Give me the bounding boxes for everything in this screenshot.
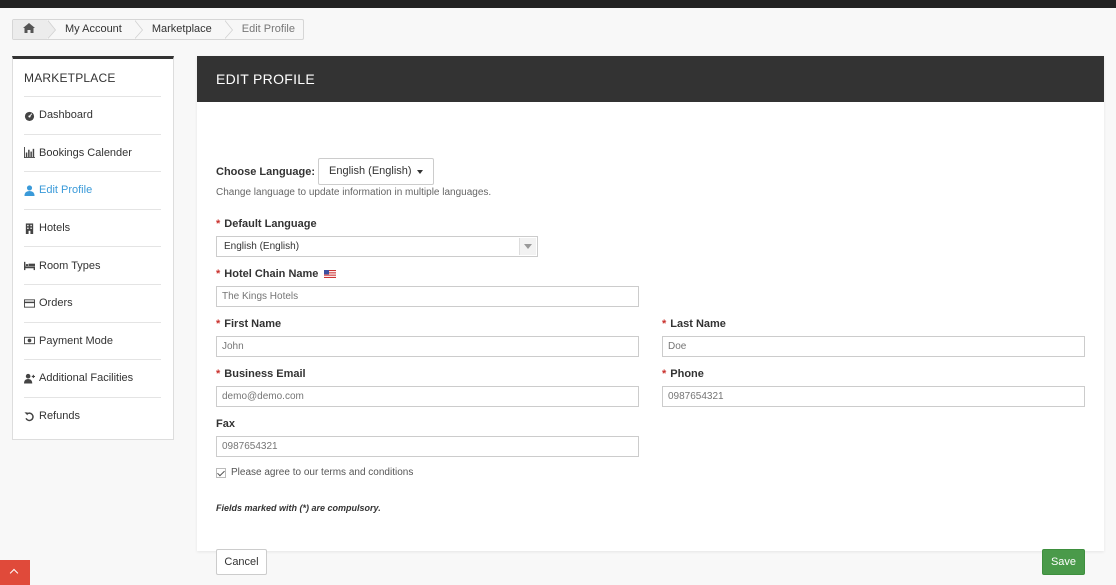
- breadcrumb-home[interactable]: [13, 20, 56, 39]
- hotel-chain-name-input[interactable]: [216, 286, 639, 307]
- required-marker: *: [662, 318, 667, 330]
- default-language-label: * Default Language: [216, 218, 317, 230]
- last-name-input[interactable]: [662, 336, 1085, 357]
- scroll-to-top-button[interactable]: [0, 560, 30, 585]
- last-name-label-text: Last Name: [670, 318, 726, 330]
- first-name-label: * First Name: [216, 318, 281, 330]
- sidebar-item-edit-profile[interactable]: Edit Profile: [24, 171, 161, 209]
- choose-language-label: Choose Language:: [216, 165, 316, 178]
- breadcrumb-marketplace[interactable]: Marketplace: [134, 20, 233, 39]
- business-email-input[interactable]: [216, 386, 639, 407]
- money-icon: [24, 337, 35, 345]
- sidebar-item-label: Refunds: [39, 410, 80, 423]
- sidebar-item-additional-facilities[interactable]: Additional Facilities: [24, 359, 161, 397]
- business-email-label-text: Business Email: [224, 368, 306, 380]
- top-bar: [0, 0, 1116, 8]
- phone-input[interactable]: [662, 386, 1085, 407]
- sidebar-item-refunds[interactable]: Refunds: [24, 396, 161, 435]
- building-icon: [25, 223, 34, 234]
- language-help-text: Change language to update information in…: [216, 187, 492, 198]
- fax-label: Fax: [216, 418, 235, 430]
- panel-title: EDIT PROFILE: [197, 56, 1104, 102]
- required-marker: *: [216, 318, 221, 330]
- choose-language-value: English (English): [329, 165, 412, 177]
- breadcrumb: My Account Marketplace Edit Profile: [12, 19, 304, 40]
- dashboard-icon: [24, 111, 35, 121]
- sidebar-item-label: Edit Profile: [39, 184, 93, 197]
- sidebar-menu: Dashboard Bookings Calender Edit Profile…: [24, 96, 161, 434]
- bar-chart-icon: [24, 147, 35, 159]
- sidebar-item-room-types[interactable]: Room Types: [24, 246, 161, 284]
- compulsory-note: Fields marked with (*) are compulsory.: [216, 503, 381, 513]
- terms-checkbox[interactable]: [216, 467, 226, 478]
- default-language-select[interactable]: English (English): [216, 236, 538, 257]
- required-marker: *: [662, 368, 667, 380]
- sidebar-item-label: Additional Facilities: [39, 372, 134, 385]
- sidebar-item-hotels[interactable]: Hotels: [24, 208, 161, 247]
- sidebar-item-label: Bookings Calender: [39, 146, 132, 159]
- choose-language-dropdown[interactable]: English (English): [318, 158, 434, 185]
- required-marker: *: [216, 268, 221, 280]
- first-name-input[interactable]: [216, 336, 639, 357]
- terms-label: Please agree to our terms and conditions: [231, 467, 414, 478]
- us-flag-icon: [324, 270, 337, 279]
- breadcrumb-edit-profile: Edit Profile: [241, 23, 295, 35]
- home-icon: [23, 23, 35, 34]
- sidebar-item-label: Dashboard: [39, 109, 93, 122]
- sidebar-item-label: Hotels: [39, 222, 71, 235]
- sidebar-item-dashboard[interactable]: Dashboard: [24, 96, 161, 134]
- breadcrumb-my-account[interactable]: My Account: [47, 20, 143, 39]
- hotel-chain-name-label: * Hotel Chain Name: [216, 268, 337, 280]
- phone-label-text: Phone: [670, 368, 704, 380]
- sidebar-item-payment-mode[interactable]: Payment Mode: [24, 321, 161, 360]
- required-marker: *: [216, 218, 221, 230]
- bed-icon: [24, 262, 35, 271]
- terms-row: Please agree to our terms and conditions: [216, 467, 413, 478]
- user-plus-icon: [24, 373, 35, 384]
- cancel-button[interactable]: Cancel: [216, 549, 267, 575]
- save-button[interactable]: Save: [1042, 549, 1085, 575]
- fax-input[interactable]: [216, 436, 639, 457]
- user-icon: [24, 185, 35, 196]
- default-language-label-text: Default Language: [224, 218, 317, 230]
- last-name-label: * Last Name: [662, 318, 726, 330]
- caret-down-icon: [416, 169, 423, 174]
- default-language-value: English (English): [224, 241, 300, 252]
- chevron-down-icon: [519, 238, 536, 255]
- hotel-chain-name-label-text: Hotel Chain Name: [224, 268, 319, 280]
- sidebar-item-bookings-calender[interactable]: Bookings Calender: [24, 133, 161, 172]
- undo-icon: [24, 411, 34, 421]
- credit-card-icon: [24, 299, 35, 308]
- sidebar-item-label: Orders: [39, 297, 73, 310]
- sidebar-item-label: Payment Mode: [39, 334, 113, 347]
- choose-language-row: Choose Language: English (English): [216, 158, 434, 185]
- sidebar: MARKETPLACE Dashboard Bookings Calender …: [12, 56, 174, 440]
- required-marker: *: [216, 368, 221, 380]
- sidebar-item-orders[interactable]: Orders: [24, 283, 161, 322]
- phone-label: * Phone: [662, 368, 704, 380]
- edit-profile-panel: EDIT PROFILE Choose Language: English (E…: [197, 56, 1104, 575]
- business-email-label: * Business Email: [216, 368, 306, 380]
- sidebar-item-label: Room Types: [39, 259, 101, 272]
- first-name-label-text: First Name: [224, 318, 282, 330]
- sidebar-title: MARKETPLACE: [24, 71, 116, 85]
